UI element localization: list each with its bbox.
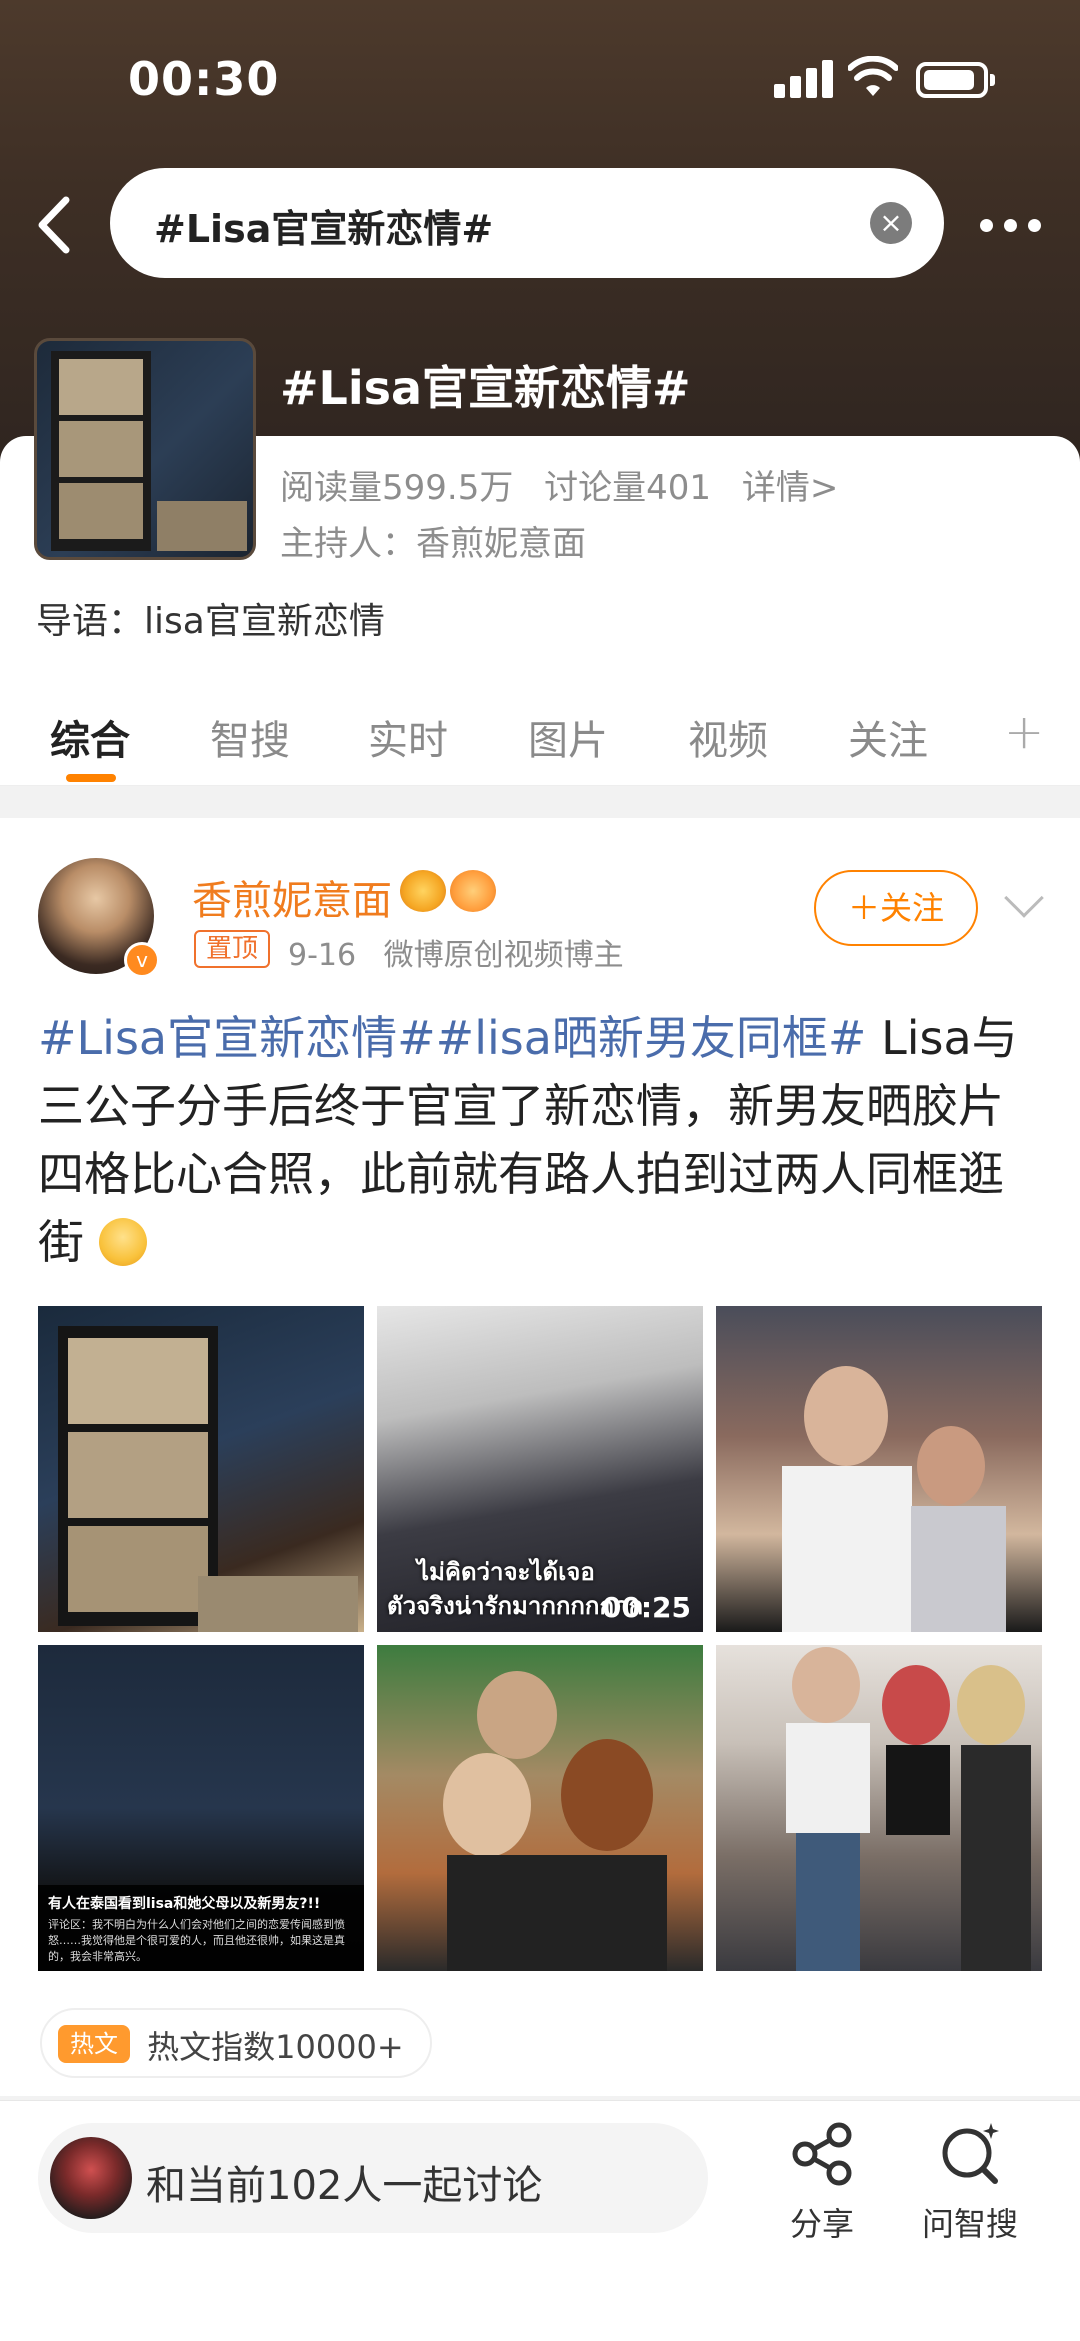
more-icon[interactable]: [976, 205, 1046, 245]
tab-videos[interactable]: 视频: [688, 708, 768, 766]
status-time: 00:30: [128, 52, 280, 106]
discussion-count: 讨论量401: [544, 468, 712, 508]
topic-intro: 导语：lisa官宣新恋情: [36, 601, 385, 642]
smart-search-icon: [942, 2123, 999, 2184]
tab-smart-search[interactable]: 智搜: [210, 708, 290, 766]
read-count: 阅读量599.5万: [280, 468, 514, 508]
hot-article-chip[interactable]: 热文 热文指数10000+: [40, 2008, 432, 2078]
search-input[interactable]: #Lisa官宣新恋情# ×: [110, 168, 944, 278]
photo-3[interactable]: [716, 1306, 1042, 1632]
photo-5[interactable]: [377, 1645, 703, 1971]
status-bar: 00:30: [0, 0, 1080, 160]
topic-stats: 阅读量599.5万 讨论量401 详情>: [280, 460, 858, 509]
topic-title: #Lisa官宣新恋情#: [280, 361, 691, 415]
share-button[interactable]: 分享: [762, 2119, 882, 2245]
chevron-down-icon[interactable]: [1004, 878, 1044, 918]
share-label: 分享: [789, 2205, 854, 2243]
pinned-badge: 置顶: [194, 930, 271, 968]
caption-title: 有人在泰国看到lisa和她父母以及新男友?!!: [48, 1896, 321, 1912]
tab-comprehensive[interactable]: 综合: [50, 708, 130, 766]
add-tab-icon[interactable]: +: [1004, 704, 1044, 760]
discussion-avatar: [50, 2137, 132, 2219]
verified-badge-icon: v: [124, 942, 160, 978]
back-arrow-icon[interactable]: [26, 190, 80, 260]
fish-badge-icon: [450, 870, 496, 912]
search-query: #Lisa官宣新恋情#: [154, 207, 494, 251]
clear-icon[interactable]: ×: [870, 202, 912, 244]
tab-following[interactable]: 关注: [848, 708, 928, 766]
crown-badge-icon: [400, 870, 446, 912]
hot-label: 热文: [58, 2025, 130, 2063]
signal-icon: [774, 58, 834, 98]
post-card: v 香煎妮意面 置顶 9-16 微博原创视频博主 ＋关注 #Lisa官宣新恋情#…: [0, 818, 1080, 2096]
photo-2-video[interactable]: ไม่คิดว่าจะได้เจอ ตัวจริงน่ารักมากกกกกกก…: [377, 1306, 703, 1632]
post-date: 9-16: [288, 938, 357, 973]
follow-button[interactable]: ＋关注: [814, 870, 978, 946]
tab-images[interactable]: 图片: [528, 708, 608, 766]
crying-emoji-icon: [98, 1218, 147, 1266]
username[interactable]: 香煎妮意面: [192, 868, 392, 926]
post-meta: 9-16 微博原创视频博主: [288, 930, 642, 974]
post-source: 微博原创视频博主: [383, 938, 624, 973]
topic-host[interactable]: 主持人：香煎妮意面: [280, 516, 586, 565]
post-text[interactable]: #Lisa官宣新恋情##lisa晒新男友同框# Lisa与三公子分手后终于官宣了…: [38, 1004, 1048, 1276]
topic-cover-image: [34, 338, 256, 560]
bottom-action-bar: 和当前102人一起讨论 分享 问智搜: [0, 2100, 1080, 2341]
caption-body: 评论区：我不明白为什么人们会对他们之间的恋爱传闻感到愤怒……我觉得他是个很可爱的…: [48, 1918, 345, 1963]
battery-icon: [916, 62, 995, 98]
wifi-icon: [848, 56, 898, 96]
post-hashtags[interactable]: #Lisa官宣新恋情##lisa晒新男友同框#: [38, 1011, 866, 1065]
share-icon: [792, 2122, 852, 2186]
smart-search-label: 问智搜: [921, 2205, 1018, 2243]
image-caption: 有人在泰国看到lisa和她父母以及新男友?!! 评论区：我不明白为什么人们会对他…: [38, 1885, 364, 1971]
photo-6[interactable]: [716, 1645, 1042, 1971]
video-duration: 00:25: [601, 1591, 691, 1624]
join-discussion-input[interactable]: 和当前102人一起讨论: [38, 2123, 708, 2233]
discussion-prompt: 和当前102人一起讨论: [146, 2163, 543, 2209]
details-link[interactable]: 详情>: [742, 468, 839, 508]
active-tab-indicator: [66, 774, 116, 782]
tab-bar: 综合 智搜 实时 图片 视频 关注 +: [0, 666, 1080, 786]
smart-search-button[interactable]: 问智搜: [910, 2119, 1030, 2245]
photo-1[interactable]: [38, 1306, 364, 1632]
hot-index: 热文指数10000+: [147, 2028, 404, 2066]
tab-realtime[interactable]: 实时: [368, 708, 448, 766]
photo-4[interactable]: 有人在泰国看到lisa和她父母以及新男友?!! 评论区：我不明白为什么人们会对他…: [38, 1645, 364, 1971]
